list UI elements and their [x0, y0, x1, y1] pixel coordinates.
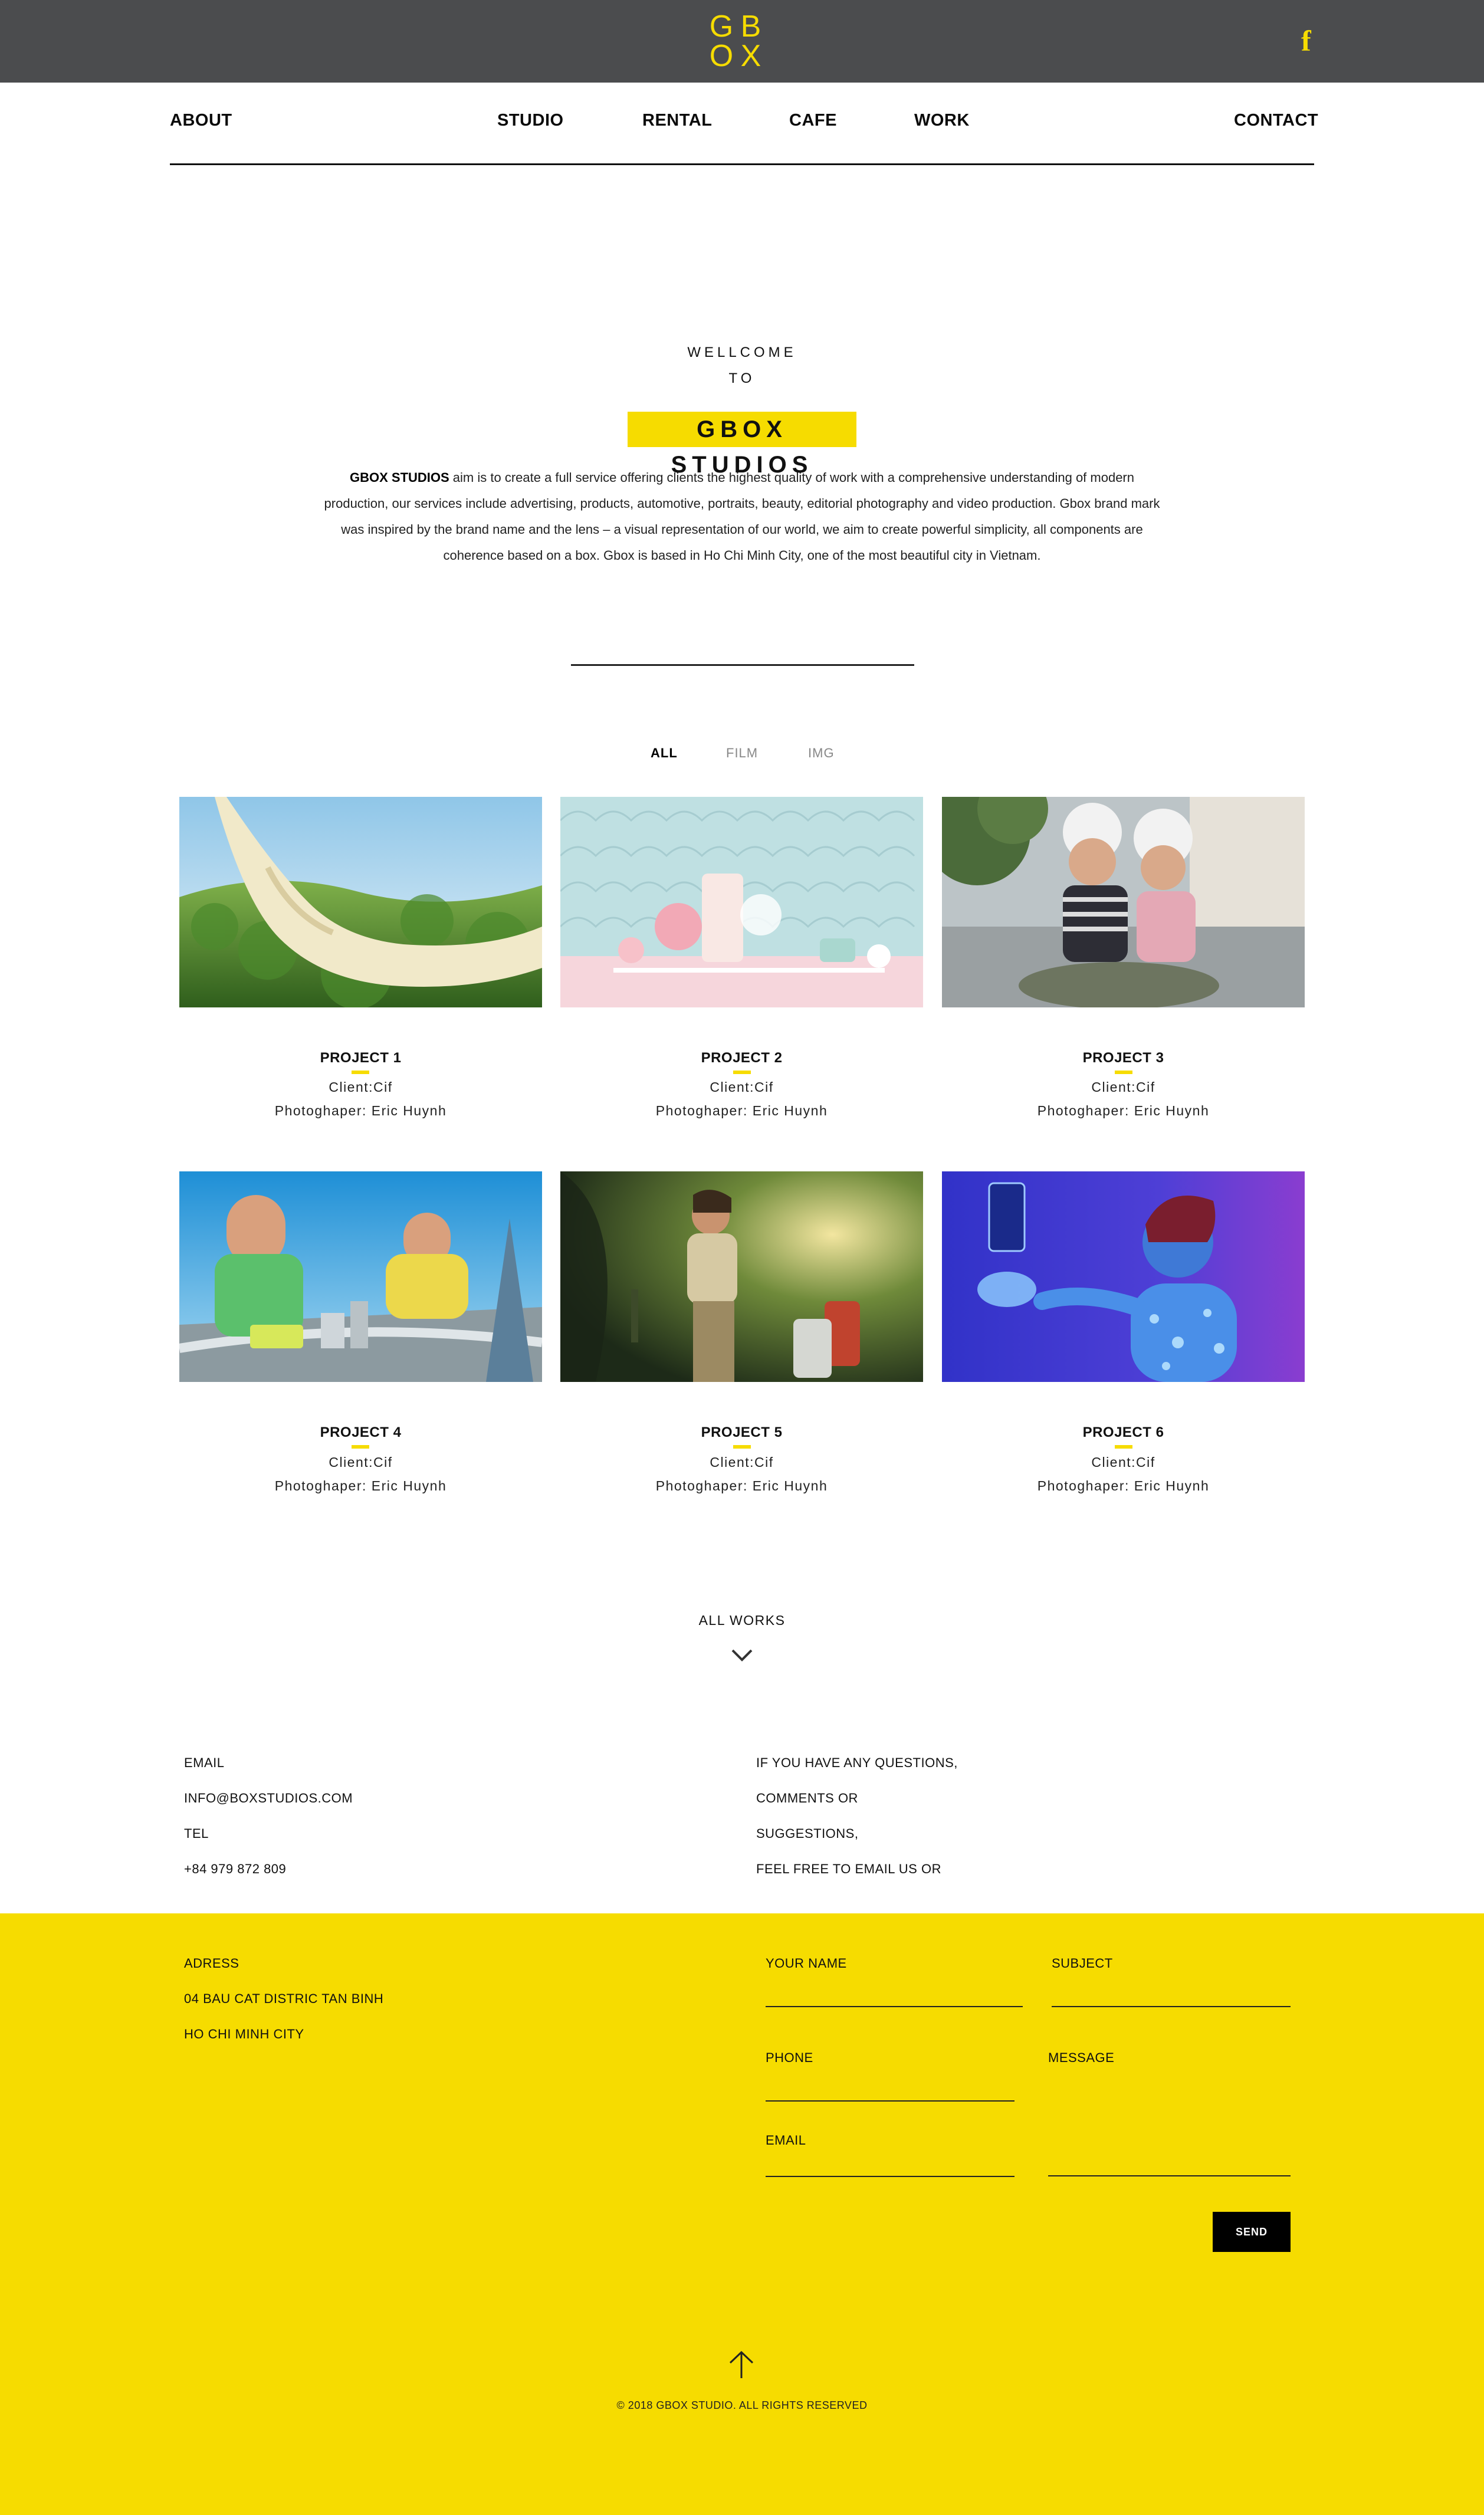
- email-form-label: EMAIL: [766, 2133, 806, 2148]
- project-5-photographer: Photoghaper: Eric Huynh: [655, 1478, 828, 1493]
- project-5-title[interactable]: PROJECT 5: [560, 1424, 923, 1441]
- welcome-text: WELLCOME: [687, 344, 797, 360]
- address-line-1: 04 BAU CAT DISTRIC TAN BINH: [184, 1991, 384, 2006]
- project-4-title[interactable]: PROJECT 4: [179, 1424, 542, 1441]
- message-label: MESSAGE: [1048, 2050, 1115, 2065]
- project-1-client: Client:Cif: [329, 1079, 393, 1095]
- project-2-accent: [733, 1071, 751, 1074]
- brand-title: GBOX STUDIOS: [628, 412, 856, 478]
- project-3-title[interactable]: PROJECT 3: [942, 1050, 1305, 1066]
- welcome-to-text: TO: [728, 370, 756, 386]
- project-6-image[interactable]: [942, 1171, 1305, 1382]
- project-5-accent: [733, 1445, 751, 1449]
- project-6-title[interactable]: PROJECT 6: [942, 1424, 1305, 1441]
- tel-value[interactable]: +84 979 872 809: [184, 1861, 286, 1877]
- logo-letter: O: [709, 39, 734, 73]
- project-5-client: Client:Cif: [710, 1455, 774, 1470]
- copyright: © 2018 GBOX STUDIO. ALL RIGHTS RESERVED: [616, 2399, 868, 2411]
- intro-lead: GBOX STUDIOS: [350, 470, 449, 485]
- tel-label: TEL: [184, 1826, 209, 1841]
- subject-label: SUBJECT: [1052, 1956, 1113, 1971]
- chevron-down-icon[interactable]: [730, 1648, 754, 1663]
- project-4-accent: [352, 1445, 369, 1449]
- project-4-photographer: Photoghaper: Eric Huynh: [274, 1478, 447, 1493]
- section-divider: [571, 664, 914, 666]
- address-line-2: HO CHI MINH CITY: [184, 2027, 304, 2041]
- filter-all[interactable]: ALL: [651, 746, 678, 761]
- nav-work[interactable]: WORK: [914, 111, 970, 130]
- project-2-client: Client:Cif: [710, 1079, 774, 1095]
- intro-paragraph: GBOX STUDIOS aim is to create a full ser…: [323, 465, 1161, 569]
- send-button[interactable]: SEND: [1213, 2212, 1291, 2252]
- project-1-image[interactable]: [179, 797, 542, 1007]
- phone-label: PHONE: [766, 2050, 813, 2065]
- project-4-client: Client:Cif: [329, 1455, 393, 1470]
- gbox-logo[interactable]: G B O X: [707, 9, 766, 73]
- name-label: YOUR NAME: [766, 1956, 847, 1971]
- email-value[interactable]: INFO@BOXSTUDIOS.COM: [184, 1791, 353, 1806]
- project-3-image[interactable]: [942, 797, 1305, 1007]
- project-5-image[interactable]: [560, 1171, 923, 1382]
- project-3-client: Client:Cif: [1091, 1079, 1155, 1095]
- nav-about[interactable]: ABOUT: [170, 111, 232, 130]
- email-label: EMAIL: [184, 1755, 225, 1770]
- project-1-title[interactable]: PROJECT 1: [179, 1050, 542, 1066]
- questions-line: IF YOU HAVE ANY QUESTIONS,: [756, 1755, 958, 1770]
- filter-film[interactable]: FILM: [726, 746, 758, 761]
- nav-studio[interactable]: STUDIO: [497, 111, 564, 130]
- project-1-accent: [352, 1071, 369, 1074]
- name-input[interactable]: [766, 2006, 1023, 2007]
- message-input[interactable]: [1048, 2175, 1291, 2176]
- project-1-photographer: Photoghaper: Eric Huynh: [274, 1103, 447, 1118]
- questions-line: COMMENTS OR: [756, 1791, 858, 1805]
- subject-input[interactable]: [1052, 2006, 1291, 2007]
- project-6-client: Client:Cif: [1091, 1455, 1155, 1470]
- filter-img[interactable]: IMG: [808, 746, 835, 761]
- project-2-title[interactable]: PROJECT 2: [560, 1050, 923, 1066]
- arrow-up-icon[interactable]: [728, 2350, 755, 2379]
- project-4-image[interactable]: [179, 1171, 542, 1382]
- all-works-link[interactable]: ALL WORKS: [0, 1613, 1484, 1628]
- project-3-photographer: Photoghaper: Eric Huynh: [1037, 1103, 1210, 1118]
- nav-rental[interactable]: RENTAL: [642, 111, 712, 130]
- project-2-photographer: Photoghaper: Eric Huynh: [655, 1103, 828, 1118]
- nav-contact[interactable]: CONTACT: [1234, 111, 1318, 130]
- questions-line: FEEL FREE TO EMAIL US OR: [756, 1861, 941, 1876]
- nav-cafe[interactable]: CAFE: [789, 111, 837, 130]
- nav-divider: [170, 163, 1314, 165]
- phone-input[interactable]: [766, 2100, 1014, 2102]
- project-6-photographer: Photoghaper: Eric Huynh: [1037, 1478, 1210, 1493]
- facebook-icon[interactable]: f: [1301, 26, 1319, 55]
- project-2-image[interactable]: [560, 797, 923, 1007]
- questions-line: SUGGESTIONS,: [756, 1826, 859, 1841]
- logo-letter: G: [709, 9, 734, 44]
- project-6-accent: [1115, 1445, 1132, 1449]
- logo-letter: X: [740, 39, 761, 73]
- address-label: ADRESS: [184, 1956, 239, 1971]
- email-input[interactable]: [766, 2176, 1014, 2177]
- project-3-accent: [1115, 1071, 1132, 1074]
- intro-body: aim is to create a full service offering…: [324, 470, 1160, 563]
- logo-letter: B: [740, 9, 761, 44]
